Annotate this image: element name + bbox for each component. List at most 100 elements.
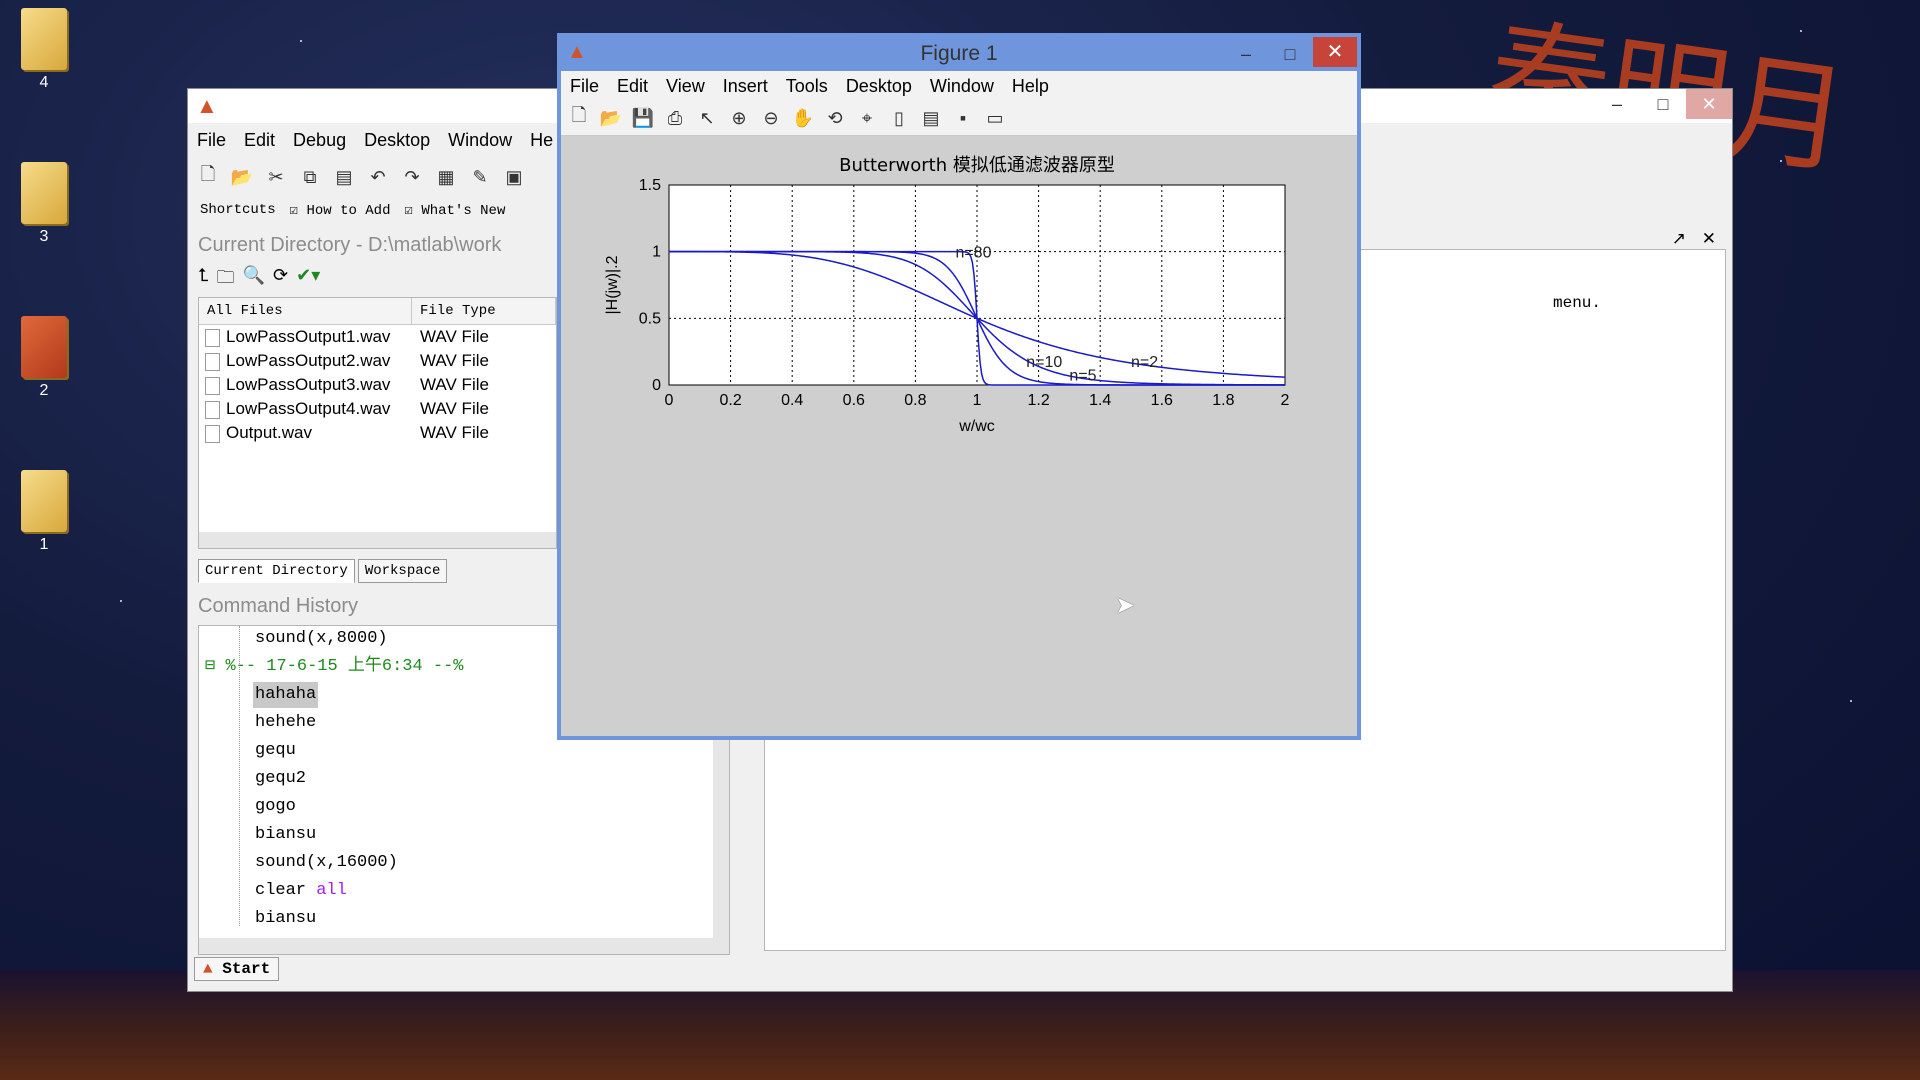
file-row[interactable]: Output.wav WAV File — [199, 421, 556, 445]
history-item[interactable]: sound(x,8000) — [255, 626, 388, 652]
figure-menubar: File Edit View Insert Tools Desktop Wind… — [561, 71, 1357, 101]
redo-icon[interactable]: ↷ — [398, 163, 426, 191]
desktop-icon-folder-1[interactable]: 1 — [12, 470, 76, 554]
paste-icon[interactable]: ▤ — [330, 163, 358, 191]
history-item[interactable]: gogo — [255, 794, 296, 820]
colorbar-icon[interactable]: ▯ — [885, 104, 913, 132]
undo-icon[interactable]: ↶ — [364, 163, 392, 191]
history-item[interactable]: hehehe — [255, 710, 316, 736]
open-file-icon[interactable]: 📂 — [597, 104, 625, 132]
profiler-icon[interactable]: ▣ — [500, 163, 528, 191]
figure-menu-help[interactable]: Help — [1003, 71, 1058, 101]
undock-icon[interactable]: ↗ — [1672, 229, 1686, 249]
shortcut-how-to-add[interactable]: ☑ How to Add — [290, 202, 391, 219]
folder-icon — [21, 316, 67, 378]
save-icon[interactable]: 💾 — [629, 104, 657, 132]
find-files-icon[interactable]: 🔍 — [243, 265, 265, 295]
figure-window: ▲ Figure 1 – □ ✕ File Edit View Insert T… — [557, 33, 1361, 740]
history-item-selected[interactable]: hahaha — [253, 682, 319, 708]
file-list-header: All Files File Type — [199, 298, 556, 325]
figure-canvas[interactable]: 0 0.2 0.4 0.6 0.8 1 1.2 1.4 1.6 1.8 2 0 0.5 1 1.5 n=80 n… — [561, 136, 1357, 736]
figure-menu-tools[interactable]: Tools — [777, 71, 837, 101]
menu-edit[interactable]: Edit — [235, 125, 284, 155]
desktop-icon-label: 4 — [39, 74, 49, 91]
history-item[interactable]: biansu — [255, 822, 316, 848]
history-item[interactable]: gequ — [255, 738, 296, 764]
history-item[interactable]: sound(x,16000) — [255, 850, 398, 876]
desktop-icon-folder-4[interactable]: 4 — [12, 8, 76, 92]
file-row[interactable]: LowPassOutput2.wav WAV File — [199, 349, 556, 373]
close-button[interactable]: ✕ — [1313, 37, 1357, 67]
pointer-icon[interactable]: ↖ — [693, 104, 721, 132]
file-row[interactable]: LowPassOutput3.wav WAV File — [199, 373, 556, 397]
start-button[interactable]: ▲ Start — [194, 957, 280, 981]
figure-menu-file[interactable]: File — [561, 71, 608, 101]
figure-menu-view[interactable]: View — [657, 71, 714, 101]
minimize-button[interactable]: – — [1594, 89, 1640, 119]
shortcut-whats-new[interactable]: ☑ What's New — [404, 202, 505, 219]
column-all-files[interactable]: All Files — [199, 298, 412, 324]
guide-icon[interactable]: ✎ — [466, 163, 494, 191]
menu-file[interactable]: File — [188, 125, 235, 155]
history-item[interactable]: clear all — [255, 878, 347, 904]
folder-icon — [21, 8, 67, 70]
check-icon[interactable]: ✔▾ — [296, 265, 320, 295]
refresh-icon[interactable]: ⟳ — [273, 265, 288, 295]
simulink-icon[interactable]: ▦ — [432, 163, 460, 191]
figure-menu-desktop[interactable]: Desktop — [837, 71, 921, 101]
close-panel-icon[interactable]: ✕ — [1702, 229, 1716, 249]
figure-toolbar: 🗋 📂 💾 ⎙ ↖ ⊕ ⊖ ✋ ⟲ ⌖ ▯ ▤ ▪ ▭ — [561, 101, 1357, 136]
collapse-icon[interactable]: ⊟ — [205, 657, 215, 676]
tab-workspace[interactable]: Workspace — [357, 559, 448, 583]
menu-desktop[interactable]: Desktop — [355, 125, 439, 155]
maximize-button[interactable]: □ — [1640, 89, 1686, 119]
figure-menu-insert[interactable]: Insert — [714, 71, 777, 101]
folder-up-icon[interactable]: ⮤ — [198, 265, 209, 295]
tab-current-directory[interactable]: Current Directory — [198, 559, 355, 583]
print-icon[interactable]: ⎙ — [661, 104, 689, 132]
new-folder-icon[interactable]: 🗀 — [217, 265, 235, 295]
command-history-title: Command History — [198, 595, 359, 618]
history-item[interactable]: biansu — [255, 906, 316, 932]
file-row[interactable]: LowPassOutput4.wav WAV File — [199, 397, 556, 421]
figure-menu-edit[interactable]: Edit — [608, 71, 657, 101]
main-menubar: File Edit Debug Desktop Window He — [188, 125, 562, 155]
maximize-button[interactable]: □ — [1267, 39, 1313, 69]
file-icon — [205, 400, 220, 419]
minimize-button[interactable]: – — [1223, 39, 1269, 69]
rotate-icon[interactable]: ⟲ — [821, 104, 849, 132]
zoom-in-icon[interactable]: ⊕ — [725, 104, 753, 132]
desktop-icon-folder-3[interactable]: 3 — [12, 162, 76, 246]
hide-plot-tools-icon[interactable]: ▪ — [949, 104, 977, 132]
history-session-header[interactable]: ⊟ %-- 17-6-15 上午6:34 --% — [205, 654, 464, 680]
close-button[interactable]: ✕ — [1686, 89, 1732, 119]
y-tick-label: 0.5 — [639, 310, 661, 327]
current-directory-title: Current Directory - D:\matlab\work — [198, 234, 558, 257]
desktop-icon-label: 2 — [39, 382, 49, 399]
file-list-hscroll[interactable] — [199, 532, 556, 548]
new-figure-icon[interactable]: 🗋 — [565, 104, 593, 132]
desktop-icon-folder-2[interactable]: 2 — [12, 316, 76, 400]
x-tick-label: 0.8 — [904, 392, 926, 409]
zoom-out-icon[interactable]: ⊖ — [757, 104, 785, 132]
panel-tabs: Current Directory Workspace — [198, 559, 448, 583]
menu-debug[interactable]: Debug — [284, 125, 355, 155]
history-item[interactable]: gequ2 — [255, 766, 306, 792]
file-type: WAV File — [420, 399, 489, 418]
y-axis-label: |H(jw)|.2 — [604, 255, 621, 314]
show-plot-tools-icon[interactable]: ▭ — [981, 104, 1009, 132]
session-header-text: %-- 17-6-15 上午6:34 --% — [225, 657, 464, 676]
cut-icon[interactable]: ✂ — [262, 163, 290, 191]
menu-window[interactable]: Window — [439, 125, 521, 155]
data-cursor-icon[interactable]: ⌖ — [853, 104, 881, 132]
column-file-type[interactable]: File Type — [412, 298, 556, 324]
file-row[interactable]: LowPassOutput1.wav WAV File — [199, 325, 556, 349]
new-file-icon[interactable]: 🗋 — [194, 163, 222, 191]
open-file-icon[interactable]: 📂 — [228, 163, 256, 191]
figure-menu-window[interactable]: Window — [921, 71, 1003, 101]
copy-icon[interactable]: ⧉ — [296, 163, 324, 191]
legend-icon[interactable]: ▤ — [917, 104, 945, 132]
pan-icon[interactable]: ✋ — [789, 104, 817, 132]
x-axis-label: w/wc — [958, 418, 995, 435]
history-hscroll[interactable] — [199, 938, 729, 954]
